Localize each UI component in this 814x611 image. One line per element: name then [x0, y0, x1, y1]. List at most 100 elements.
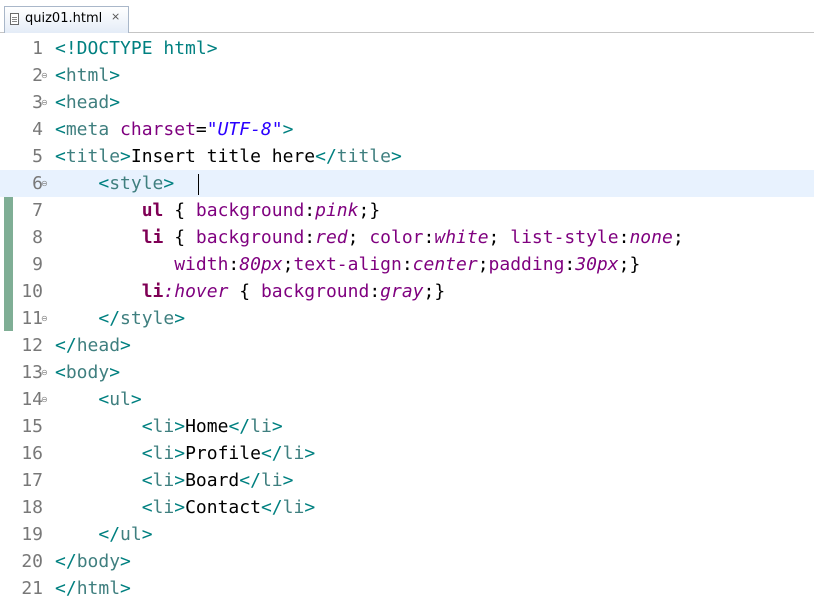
code-token: < [55, 362, 66, 383]
fold-toggle-icon[interactable]: ⊖ [41, 180, 49, 188]
code-line[interactable]: 11 ⊖ </style> [0, 305, 814, 332]
code-token: </ [228, 416, 251, 437]
code-token: < [55, 65, 66, 86]
code-line[interactable]: 17 <li>Board</li> [0, 467, 814, 494]
code-line[interactable]: 19 </ul> [0, 521, 814, 548]
code-token: ; [477, 254, 489, 275]
code-line[interactable]: 8 li { background:red; color:white; list… [0, 224, 814, 251]
code-token: </ [260, 443, 283, 464]
code-token: title [336, 146, 391, 167]
code-token: ul [141, 200, 164, 221]
code-token: meta [65, 119, 110, 140]
code-line[interactable]: 4 <meta charset="UTF-8"> [0, 116, 814, 143]
code-line[interactable]: 6 ⊖ <style> [0, 170, 814, 197]
code-token: ; [282, 254, 294, 275]
code-token: li [152, 443, 175, 464]
line-number: 20 [21, 551, 43, 572]
fold-toggle-icon[interactable]: ⊖ [41, 99, 49, 107]
line-number: 15 [21, 416, 43, 437]
code-token: </ [239, 470, 261, 491]
code-token: </ [315, 146, 337, 167]
code-line[interactable]: 14 ⊖ <ul> [0, 386, 814, 413]
code-token: :hover [163, 281, 229, 302]
code-token: > [271, 416, 283, 437]
line-number: 17 [21, 470, 43, 491]
code-text: <li>Board</li> [55, 470, 294, 491]
code-line[interactable]: 18 <li>Contact</li> [0, 494, 814, 521]
code-text: </head> [55, 335, 131, 356]
code-line[interactable]: 20 </body> [0, 548, 814, 575]
code-token: { [163, 227, 196, 248]
html-file-icon [10, 13, 19, 25]
code-editor[interactable]: 1 <!DOCTYPE html> 2 ⊖ <html> 3 ⊖ <head> 4 <meta c… [0, 33, 814, 611]
text-caret [198, 174, 199, 195]
code-token: li [152, 470, 175, 491]
code-token: </ [55, 335, 77, 356]
code-token: Board [185, 470, 240, 491]
code-token: > [174, 470, 186, 491]
code-token: > [141, 524, 153, 545]
code-text: li:hover { background:gray;} [55, 281, 446, 302]
code-token: ;} [358, 200, 381, 221]
code-token: : [564, 254, 576, 275]
code-line[interactable]: 16 <li>Profile</li> [0, 440, 814, 467]
code-token: = [195, 119, 207, 140]
code-token: li [282, 443, 305, 464]
code-token: Insert title here [130, 146, 316, 167]
code-token: < [141, 443, 153, 464]
code-token: html [65, 65, 110, 86]
code-token: background [260, 281, 370, 302]
fold-toggle-icon[interactable]: ⊖ [41, 396, 49, 404]
fold-toggle-icon[interactable]: ⊖ [41, 315, 49, 323]
code-token: style [109, 173, 164, 194]
fold-toggle-icon[interactable]: ⊖ [41, 72, 49, 80]
code-token: list-style [510, 227, 619, 248]
code-line[interactable]: 13 ⊖ <body> [0, 359, 814, 386]
code-token: red [315, 227, 348, 248]
code-token: < [98, 389, 110, 410]
code-line[interactable]: 7 ul { background:pink;} [0, 197, 814, 224]
line-number: 10 [21, 281, 43, 302]
code-token: : [304, 227, 316, 248]
code-text: <html> [55, 65, 120, 86]
editor-tab[interactable]: quiz01.html ⨯ [4, 6, 129, 33]
code-token: ; [672, 227, 684, 248]
code-token: > [304, 497, 316, 518]
code-token: li [152, 416, 175, 437]
code-token: li [260, 470, 283, 491]
code-line[interactable]: 3 ⊖ <head> [0, 89, 814, 116]
code-text: <title>Insert title here</title> [55, 146, 402, 167]
code-token: < [141, 470, 153, 491]
code-token: : [304, 200, 316, 221]
code-token: { [228, 281, 261, 302]
code-text: <li>Contact</li> [55, 497, 315, 518]
fold-toggle-icon[interactable]: ⊖ [41, 369, 49, 377]
code-token: > [120, 578, 131, 599]
code-line[interactable]: 10 li:hover { background:gray;} [0, 278, 814, 305]
code-line[interactable]: 2 ⊖ <html> [0, 62, 814, 89]
code-line[interactable]: 12 </head> [0, 332, 814, 359]
code-text: </style> [55, 308, 185, 329]
code-token: </ [260, 497, 283, 518]
code-token: Home [185, 416, 229, 437]
code-line[interactable]: 15 <li>Home</li> [0, 413, 814, 440]
code-line[interactable]: 21 </html> [0, 575, 814, 602]
code-line[interactable]: 1 <!DOCTYPE html> [0, 35, 814, 62]
line-number: 9 [32, 254, 43, 275]
code-token: < [141, 497, 153, 518]
close-icon[interactable]: ⨯ [111, 10, 120, 23]
code-token: "UTF-8" [206, 119, 283, 140]
code-token: center [412, 254, 478, 275]
line-number: 12 [21, 335, 43, 356]
code-line[interactable]: 9 width:80px;text-align:center;padding:3… [0, 251, 814, 278]
code-line[interactable]: 5 <title>Insert title here</title> [0, 143, 814, 170]
code-token: : [618, 227, 630, 248]
code-token: none [629, 227, 673, 248]
line-number: 4 [32, 119, 43, 140]
